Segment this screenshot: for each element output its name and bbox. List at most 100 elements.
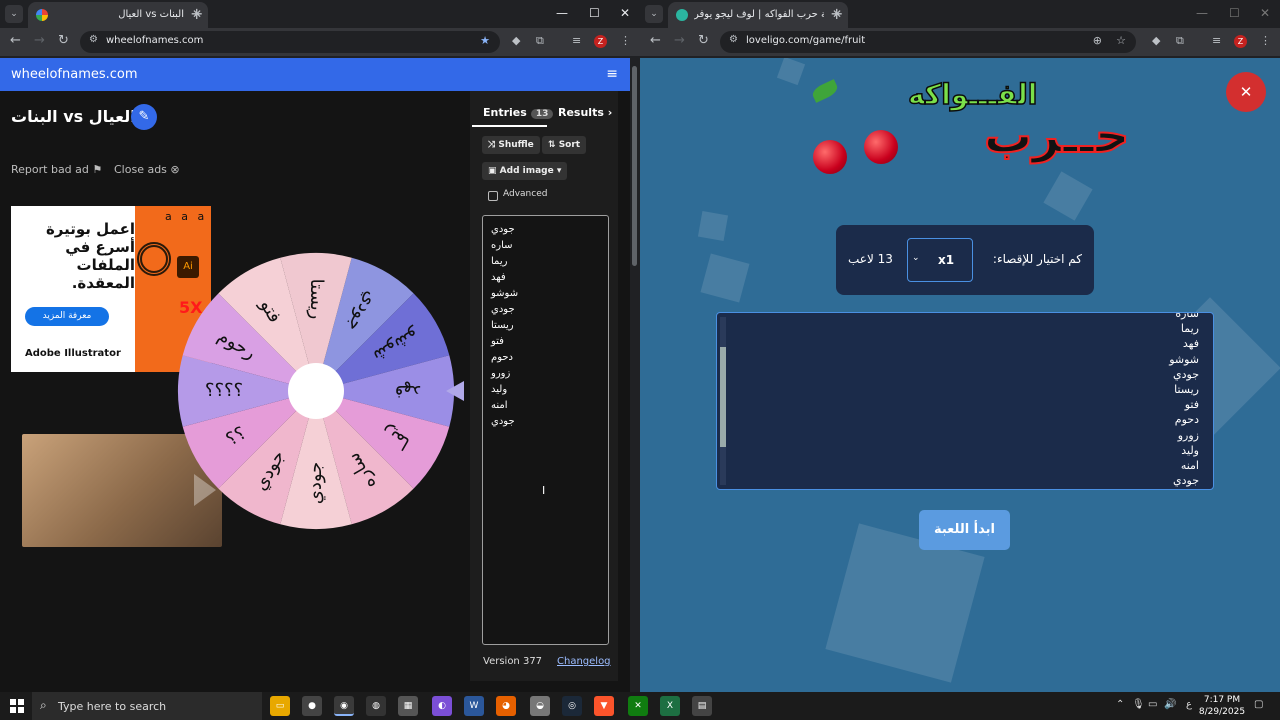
maximize-button[interactable]: ☐ [1229, 6, 1240, 20]
tab-entries[interactable]: Entries 13 [483, 106, 554, 119]
app-icon[interactable]: ● [302, 696, 322, 716]
report-bad-ad-link[interactable]: Report bad ad ⚑ [11, 163, 102, 176]
store-icon[interactable]: ▦ [398, 696, 418, 716]
new-tab-button[interactable]: + [190, 4, 203, 23]
edit-title-button[interactable]: ✎ [131, 104, 157, 130]
close-ads-link[interactable]: Close ads ⊗ [114, 163, 180, 176]
close-game-button[interactable]: ✕ [1226, 72, 1266, 112]
word-icon[interactable]: W [464, 696, 484, 716]
new-tab-button[interactable]: + [830, 4, 843, 23]
list-scrollbar[interactable] [720, 317, 726, 485]
elimination-value: x1 [938, 253, 955, 267]
entry-line: ريستا [491, 320, 514, 331]
extensions-puzzle-icon[interactable]: ⧉ [1176, 34, 1184, 48]
minimize-button[interactable]: — [556, 6, 568, 20]
taskbar-clock[interactable]: 7:17 PM 8/29/2025 [1198, 694, 1246, 718]
ad-art-text: a a a [165, 210, 208, 223]
notifications-icon[interactable]: ▢ [1254, 699, 1263, 710]
maximize-button[interactable]: ☐ [589, 6, 600, 20]
reload-button[interactable]: ↻ [58, 33, 69, 48]
forward-button[interactable]: → [674, 33, 685, 48]
advanced-checkbox[interactable] [488, 191, 498, 201]
address-bar[interactable]: ⚙ loveligo.com/game/fruit ⊕ ☆ [720, 31, 1136, 53]
app-icon[interactable]: ▤ [692, 696, 712, 716]
back-button[interactable]: ← [650, 33, 661, 48]
tab-title: لعبة حرب الفواكه | لوف ليجو يوفر [694, 9, 824, 20]
reading-list-icon[interactable]: ≡ [1212, 34, 1221, 47]
chrome-icon[interactable]: ◉ [334, 696, 354, 716]
show-hidden-icons[interactable]: ⌃ [1116, 699, 1124, 710]
entry-line: امنه [491, 400, 508, 411]
profile-avatar[interactable]: Z [1234, 35, 1247, 48]
add-image-button[interactable]: ▣ Add image ▾ [482, 162, 568, 180]
sort-button[interactable]: ⇅ Sort [542, 136, 587, 154]
clock-time: 7:17 PM [1203, 695, 1241, 705]
browser-window-right: ⌄ لعبة حرب الفواكه | لوف ليجو يوفر ✕ + —… [640, 0, 1280, 692]
bookmark-star-icon[interactable]: ★ [480, 34, 490, 47]
shuffle-button[interactable]: ⤨ Shuffle [482, 136, 540, 154]
browser-window-left: ⌄ العيال vs البنات ✕ + — ☐ ✕ ← → ↻ ⚙ whe… [0, 0, 640, 692]
site-info-icon[interactable]: ⚙ [89, 34, 98, 45]
forward-button[interactable]: → [34, 33, 45, 48]
close-window-button[interactable]: ✕ [1260, 6, 1270, 20]
address-bar[interactable]: ⚙ wheelofnames.com ★ [80, 31, 500, 53]
tab-search-button[interactable]: ⌄ [5, 5, 23, 23]
minimize-button[interactable]: — [1196, 6, 1208, 20]
zoom-icon[interactable]: ⊕ [1093, 34, 1102, 47]
list-scrollbar-thumb[interactable] [720, 347, 726, 447]
tab-fruit-game[interactable]: لعبة حرب الفواكه | لوف ليجو يوفر ✕ [668, 2, 848, 28]
reading-list-icon[interactable]: ≡ [572, 34, 581, 47]
entries-textarea[interactable]: جودي ساره ريما فهد شوشو جودي ريستا فتو دحوم زورو و… [482, 215, 609, 645]
extension-icon[interactable]: ◆ [1152, 34, 1160, 47]
obs-icon[interactable]: ◍ [366, 696, 386, 716]
xbox-icon[interactable]: ✕ [628, 696, 648, 716]
network-icon[interactable]: ▭ [1148, 699, 1157, 710]
wheel-segment-label: جودي [305, 462, 326, 505]
steam-icon[interactable]: ◎ [562, 696, 582, 716]
tab-wheelofnames[interactable]: العيال vs البنات ✕ [28, 2, 208, 28]
hamburger-menu-icon[interactable]: ≡ [606, 66, 618, 82]
clock-date: 8/29/2025 [1198, 707, 1246, 717]
elimination-select[interactable]: ⌄ x1 [907, 238, 973, 282]
start-game-button[interactable]: ابدأ اللعبة [919, 510, 1010, 550]
menu-kebab-icon[interactable]: ⋮ [620, 34, 631, 47]
file-explorer-icon[interactable]: ▭ [270, 696, 290, 716]
chevron-down-icon: ⌄ [912, 253, 920, 263]
back-button[interactable]: ← [10, 33, 21, 48]
players-textarea[interactable]: ساره ريما فهد شوشو جودي ريستا فتو دحوم زورو وليد ا… [716, 312, 1214, 490]
search-icon: ⌕ [40, 698, 47, 712]
entry-line: دحوم [491, 352, 513, 363]
language-indicator[interactable]: ع [1186, 699, 1192, 710]
menu-kebab-icon[interactable]: ⋮ [1260, 34, 1271, 47]
search-placeholder: Type here to search [58, 700, 167, 713]
app-icon[interactable]: ◒ [530, 696, 550, 716]
players-count: 13 لاعب [848, 252, 893, 266]
reload-button[interactable]: ↻ [698, 33, 709, 48]
site-info-icon[interactable]: ⚙ [729, 34, 738, 45]
extensions-puzzle-icon[interactable]: ⧉ [536, 34, 544, 48]
changelog-link[interactable]: Changelog [557, 656, 611, 667]
taskbar-search[interactable]: ⌕ Type here to search [32, 692, 262, 720]
chevron-right-icon[interactable]: › [608, 106, 613, 119]
microphone-icon[interactable]: 🎙 [1132, 699, 1145, 710]
page-scrollbar[interactable] [630, 58, 640, 692]
app-icon[interactable]: ◐ [432, 696, 452, 716]
excel-icon[interactable]: X [660, 696, 680, 716]
close-window-button[interactable]: ✕ [620, 6, 630, 20]
windows-start-icon[interactable] [10, 699, 24, 713]
firefox-icon[interactable]: ◕ [496, 696, 516, 716]
site-brand[interactable]: wheelofnames.com [11, 67, 138, 82]
wheel-favicon-icon [36, 9, 48, 21]
extension-icon[interactable]: ◆ [512, 34, 520, 47]
bookmark-star-icon[interactable]: ☆ [1116, 34, 1126, 47]
scrollbar-thumb[interactable] [632, 66, 637, 266]
wheel-center-button[interactable] [288, 363, 344, 419]
tab-results[interactable]: Results › [558, 106, 612, 119]
tab-search-button[interactable]: ⌄ [645, 5, 663, 23]
bg-square [700, 253, 750, 303]
name-wheel[interactable]: جوديشوشوفهدريماسارهجوديجودي؟؟؟؟؟؟رحومفتو… [176, 251, 466, 541]
ad-cta-button[interactable]: معرفة المزيد [25, 307, 109, 326]
volume-icon[interactable]: 🔊 [1164, 699, 1176, 710]
profile-avatar[interactable]: Z [594, 35, 607, 48]
brave-icon[interactable]: ▼ [594, 696, 614, 716]
